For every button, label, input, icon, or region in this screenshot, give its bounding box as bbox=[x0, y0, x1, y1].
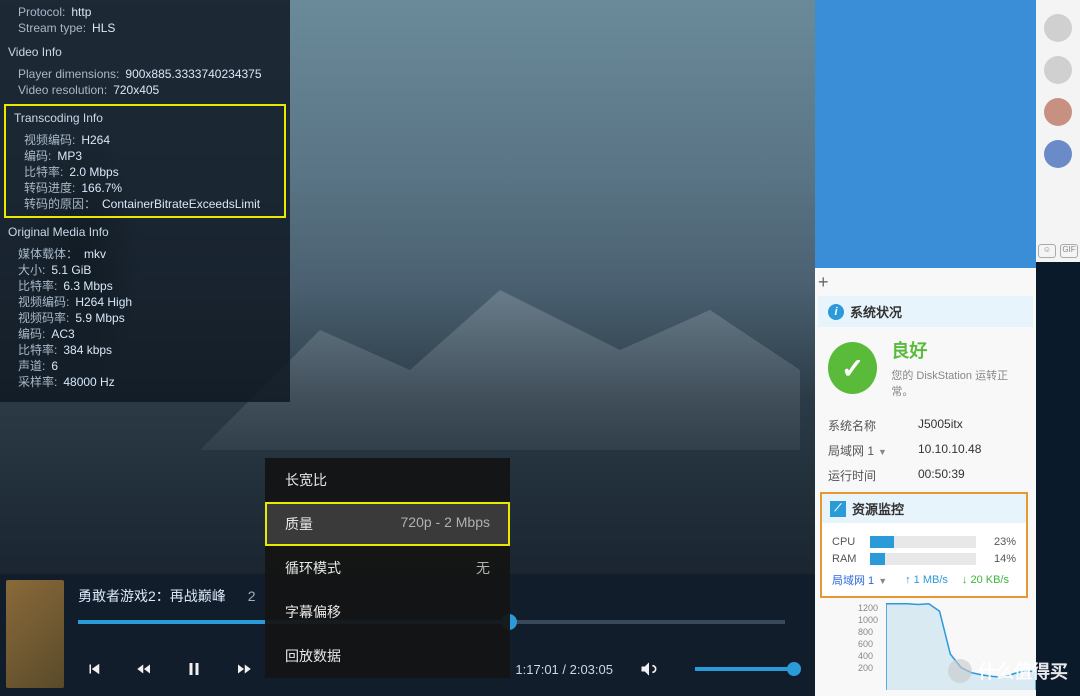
resource-monitor-header[interactable]: ⟋ 资源监控 bbox=[822, 494, 1026, 523]
settings-menu: 长宽比 质量720p - 2 Mbps 循环模式无 字幕偏移 回放数据 bbox=[265, 458, 510, 678]
menu-quality[interactable]: 质量720p - 2 Mbps bbox=[265, 502, 510, 546]
volume-slider[interactable] bbox=[695, 667, 795, 671]
chat-contacts-strip bbox=[1036, 0, 1080, 262]
volume-knob[interactable] bbox=[787, 662, 801, 676]
debug-info-overlay: Protocol: http Stream type: HLS Video Info… bbox=[0, 0, 290, 402]
prev-button[interactable] bbox=[78, 653, 110, 685]
status-good-label: 良好 bbox=[891, 337, 1023, 363]
contact-avatar[interactable] bbox=[1044, 56, 1072, 84]
download-speed: ↓ 20 KB/s bbox=[962, 574, 1009, 586]
movie-title: 勇敢者游戏2：再战巅峰 bbox=[78, 588, 226, 604]
gif-icon[interactable]: GIF bbox=[1060, 244, 1078, 258]
movie-poster-thumb[interactable] bbox=[6, 580, 64, 688]
lan-dropdown[interactable]: 局域网 1▼ bbox=[828, 442, 918, 459]
transcoding-header: Transcoding Info bbox=[6, 106, 284, 128]
chat-toolbar: ☺ GIF bbox=[1036, 242, 1080, 260]
dimensions-value: 900x885.3333740234375 bbox=[125, 66, 261, 82]
cpu-label: CPU bbox=[832, 536, 870, 548]
rewind-button[interactable] bbox=[128, 653, 160, 685]
chevron-down-icon: ▼ bbox=[878, 447, 887, 457]
watermark-logo-icon bbox=[948, 659, 972, 683]
video-info-header: Video Info bbox=[0, 40, 290, 62]
ram-percent: 14% bbox=[984, 553, 1016, 565]
dimensions-label: Player dimensions: bbox=[18, 66, 119, 82]
stream-type-label: Stream type: bbox=[18, 20, 86, 36]
protocol-value: http bbox=[71, 4, 91, 20]
stream-type-value: HLS bbox=[92, 20, 115, 36]
add-widget-button[interactable]: + bbox=[818, 272, 829, 293]
chevron-down-icon: ▼ bbox=[878, 576, 887, 586]
volume-fill bbox=[695, 667, 795, 671]
ram-label: RAM bbox=[832, 553, 870, 565]
video-scenery bbox=[200, 250, 800, 450]
emoji-icon[interactable]: ☺ bbox=[1038, 244, 1056, 258]
system-status-header[interactable]: i 系统状况 bbox=[818, 296, 1033, 327]
ram-meter bbox=[870, 553, 976, 565]
check-icon: ✓ bbox=[841, 352, 864, 385]
menu-aspect-ratio[interactable]: 长宽比 bbox=[265, 458, 510, 502]
movie-title-row: 勇敢者游戏2：再战巅峰 2 bbox=[78, 586, 255, 606]
system-status-widget: i 系统状况 ✓ 良好 您的 DiskStation 运转正常。 系统名称J50… bbox=[818, 296, 1033, 492]
resource-monitor-widget: ⟋ 资源监控 CPU 23% RAM 14% 局域网 1▼ ↑ 1 MB/s ↓… bbox=[820, 492, 1028, 598]
contact-avatar[interactable] bbox=[1044, 98, 1072, 126]
movie-year-partial: 2 bbox=[248, 588, 256, 604]
menu-subtitle-offset[interactable]: 字幕偏移 bbox=[265, 590, 510, 634]
protocol-label: Protocol: bbox=[18, 4, 65, 20]
pulse-icon: ⟋ bbox=[830, 501, 846, 517]
cpu-meter bbox=[870, 536, 976, 548]
contact-avatar[interactable] bbox=[1044, 14, 1072, 42]
status-subtitle: 您的 DiskStation 运转正常。 bbox=[891, 367, 1023, 399]
net-lan-dropdown[interactable]: 局域网 1▼ bbox=[832, 572, 887, 588]
menu-loop[interactable]: 循环模式无 bbox=[265, 546, 510, 590]
menu-playback-data[interactable]: 回放数据 bbox=[265, 634, 510, 678]
pause-button[interactable] bbox=[178, 653, 210, 685]
video-player-region: Protocol: http Stream type: HLS Video Info… bbox=[0, 0, 815, 696]
media-info-header: Original Media Info bbox=[0, 220, 290, 242]
time-display: 1:17:01 / 2:03:05 bbox=[515, 662, 613, 677]
contact-avatar[interactable] bbox=[1044, 140, 1072, 168]
cpu-percent: 23% bbox=[984, 536, 1016, 548]
resolution-value: 720x405 bbox=[113, 82, 159, 98]
upload-speed: ↑ 1 MB/s bbox=[905, 574, 948, 586]
chart-y-ticks: 12001000800600400200 bbox=[858, 602, 878, 674]
resolution-label: Video resolution: bbox=[18, 82, 107, 98]
forward-button[interactable] bbox=[228, 653, 260, 685]
transcoding-highlight: Transcoding Info 视频编码:H264 编码:MP3 比特率:2.… bbox=[4, 104, 286, 218]
watermark: 什么值得买 bbox=[948, 658, 1068, 684]
info-icon: i bbox=[828, 304, 844, 320]
status-ok-icon: ✓ bbox=[828, 342, 877, 394]
volume-icon[interactable] bbox=[633, 653, 665, 685]
